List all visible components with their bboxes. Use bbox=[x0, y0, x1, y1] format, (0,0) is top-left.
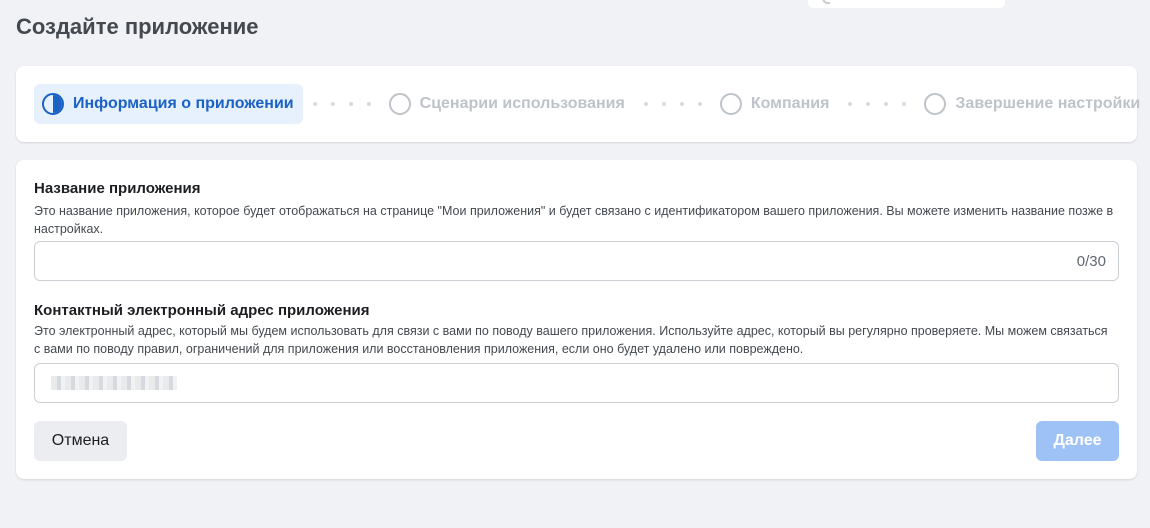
stepper: Информация о приложении Сценарии использ… bbox=[34, 84, 1149, 124]
step-connector bbox=[303, 102, 381, 106]
cancel-button[interactable]: Отмена bbox=[34, 421, 127, 461]
circle-icon bbox=[719, 93, 742, 115]
app-form-card: Название приложения Это название приложе… bbox=[16, 160, 1137, 479]
top-search-bar[interactable] bbox=[808, 0, 1005, 8]
redacted-email-value bbox=[51, 376, 177, 390]
step-business[interactable]: Компания bbox=[712, 84, 839, 124]
contact-email-label: Контактный электронный адрес приложения bbox=[34, 302, 370, 319]
app-name-label: Название приложения bbox=[34, 180, 201, 197]
step-use-cases[interactable]: Сценарии использования bbox=[381, 84, 634, 124]
step-label: Информация о приложении bbox=[73, 95, 294, 112]
app-name-description: Это название приложения, которое будет о… bbox=[34, 204, 1114, 236]
step-app-info[interactable]: Информация о приложении bbox=[34, 84, 303, 124]
stepper-card: Информация о приложении Сценарии использ… bbox=[16, 66, 1140, 142]
circle-icon bbox=[924, 93, 947, 115]
next-button[interactable]: Далее bbox=[1036, 421, 1119, 461]
step-finish[interactable]: Завершение настройки bbox=[916, 84, 1149, 124]
step-label: Компания bbox=[750, 95, 830, 112]
page-title: Создайте приложение bbox=[16, 14, 259, 39]
char-counter: 0/30 bbox=[1076, 253, 1106, 270]
contact-email-input[interactable] bbox=[34, 363, 1119, 403]
step-label: Сценарии использования bbox=[419, 95, 625, 112]
app-name-input[interactable]: 0/30 bbox=[34, 241, 1119, 281]
half-circle-icon bbox=[42, 93, 64, 115]
circle-icon bbox=[388, 93, 411, 115]
contact-email-description: Это электронный адрес, который мы будем … bbox=[34, 324, 1108, 356]
step-connector bbox=[838, 102, 916, 106]
step-connector bbox=[634, 102, 712, 106]
search-icon bbox=[822, 0, 830, 4]
step-label: Завершение настройки bbox=[955, 95, 1141, 112]
